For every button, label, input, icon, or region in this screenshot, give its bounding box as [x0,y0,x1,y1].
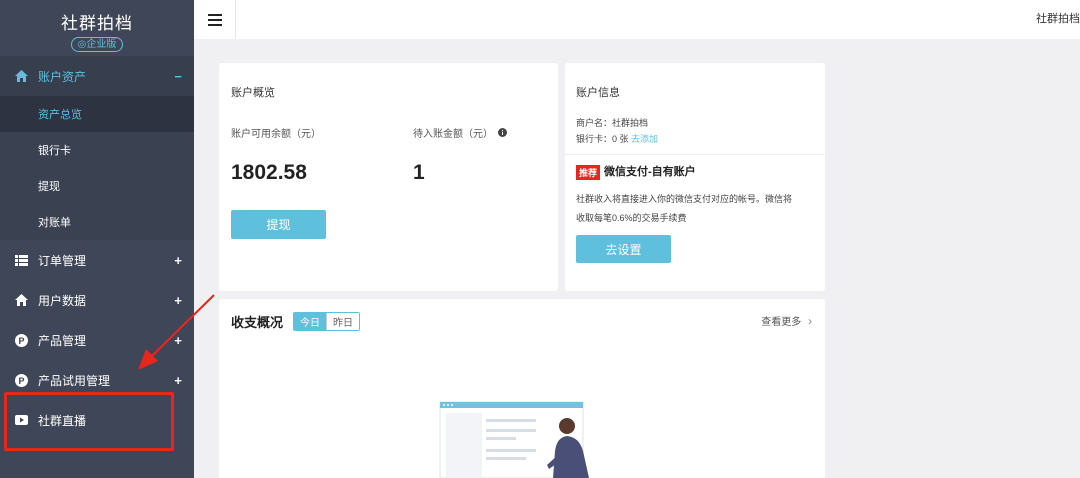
wechat-pay-heading: 推荐 微信支付-自有账户 [576,163,696,180]
pending-amount-label-text: 待入账金额（元） [413,129,493,140]
pending-amount-value: 1 [413,161,425,184]
merchant-value: 社群拍档 [612,118,649,128]
account-info-card: 账户信息 商户名：社群拍档 银行卡：0 张 去添加 推荐 微信支付-自有账户 社群… [565,63,825,291]
available-balance-label: 账户可用余额（元） [231,129,321,140]
income-overview-card: 收支概况 今日 昨日 查看更多 › [219,299,825,478]
bank-card-count: 0 张 [612,134,629,144]
top-bar: 社群拍档 [194,0,1080,39]
bank-card-label: 银行卡： [576,134,613,144]
available-balance-value: 1802.58 [231,161,307,184]
wechat-desc-line-1: 社群收入将直接进入你的微信支付对应的帐号。微信将 [576,194,793,204]
menu-toggle-button[interactable] [194,0,236,39]
recommend-tag: 推荐 [576,164,601,180]
bank-card-line: 银行卡：0 张 去添加 [576,132,658,145]
wechat-pay-title: 微信支付-自有账户 [604,166,696,178]
wechat-desc-line-2: 收取每笔0.6%的交易手续费 [576,213,687,223]
date-range-tabs: 今日 昨日 [293,312,360,331]
divider [565,154,825,155]
merchant-label: 商户名： [576,118,613,128]
hamburger-icon [207,13,222,26]
tab-today[interactable]: 今日 [294,313,326,330]
view-more-label: 查看更多 [761,317,802,328]
setup-button[interactable]: 去设置 [576,235,671,263]
add-bank-card-link[interactable]: 去添加 [631,134,658,144]
pending-amount-label: 待入账金额（元） [413,125,507,140]
info-icon[interactable] [498,128,507,137]
card-title: 账户信息 [576,87,620,99]
account-overview-card: 账户概览 账户可用余额（元） 待入账金额（元） 1802.58 1 提现 [219,63,558,291]
empty-state-illustration [439,401,589,478]
chevron-right-icon: › [808,314,812,328]
view-more-link[interactable]: 查看更多 › [761,313,812,328]
tab-yesterday[interactable]: 昨日 [326,313,359,330]
card-title: 账户概览 [231,87,275,99]
topbar-user-name[interactable]: 社群拍档 [1036,10,1080,26]
merchant-name-line: 商户名：社群拍档 [576,116,648,129]
income-title: 收支概况 [231,315,284,330]
withdraw-button[interactable]: 提现 [231,210,326,239]
